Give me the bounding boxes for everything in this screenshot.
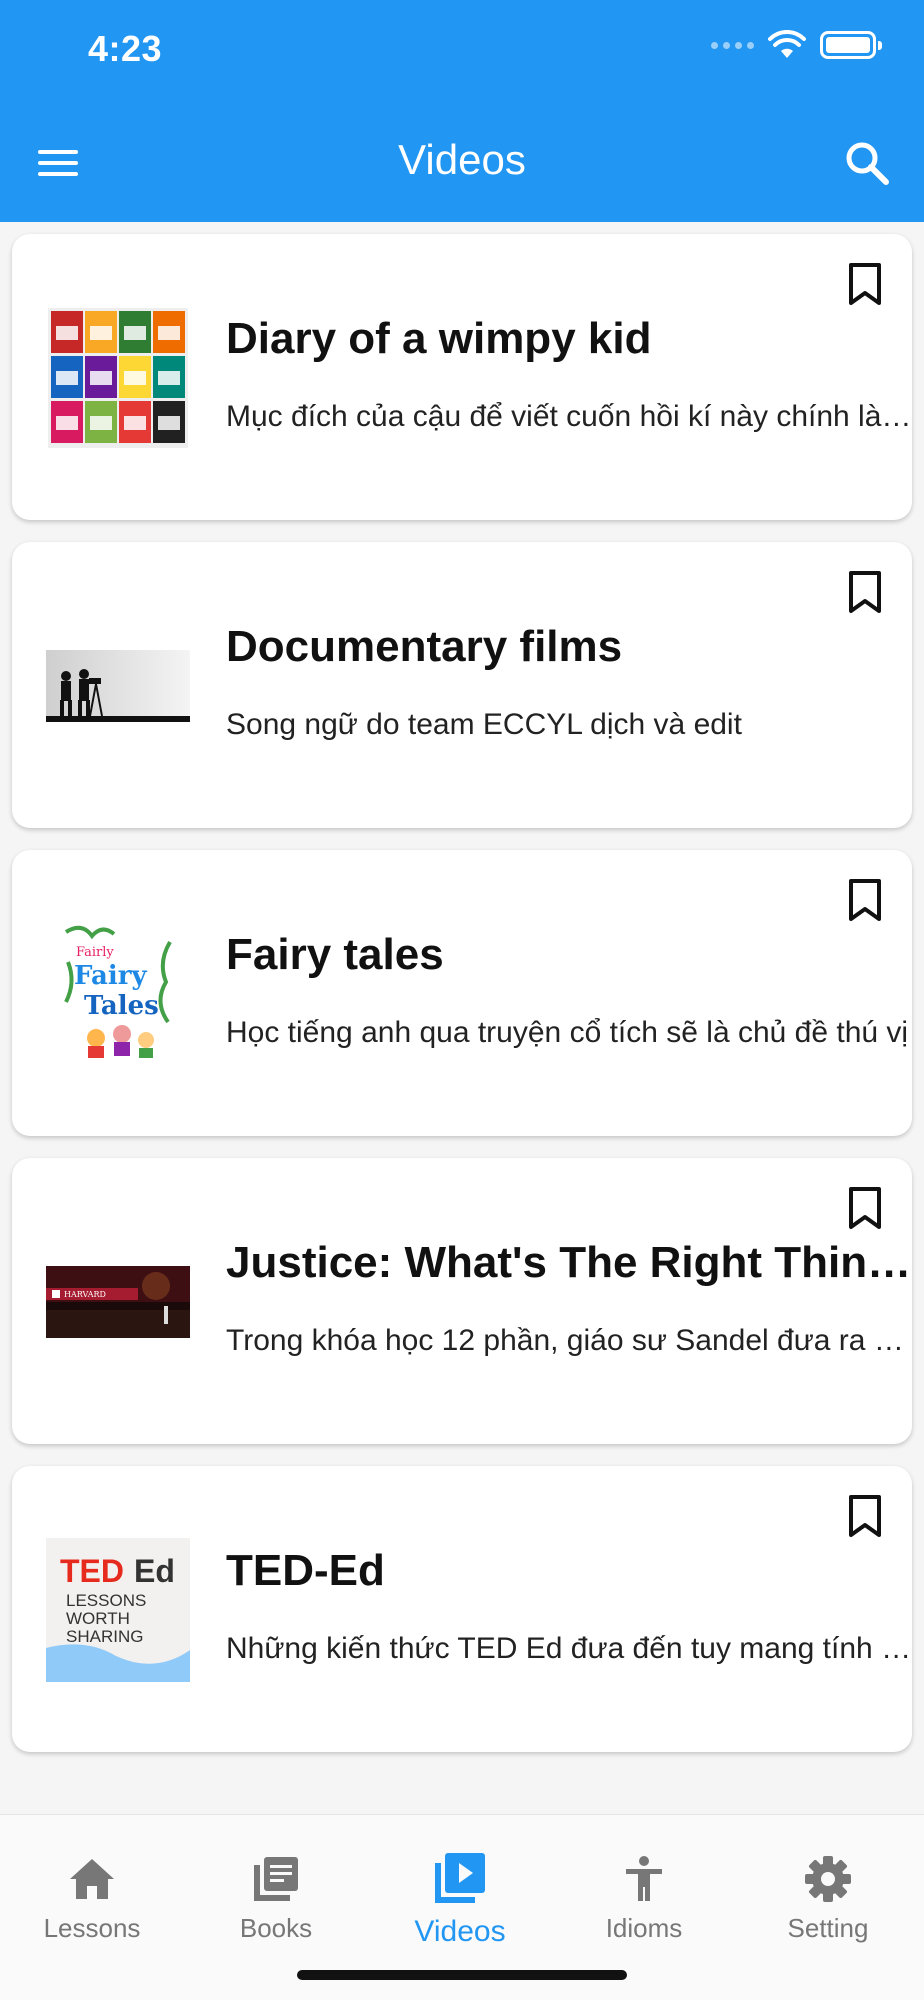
video-card-ted-ed[interactable]: TED Ed LESSONS WORTH SHARING TED-Ed Nhữn…: [12, 1466, 916, 1752]
thumbnail-ted-ed: TED Ed LESSONS WORTH SHARING: [46, 1538, 190, 1682]
status-icons: [711, 30, 882, 60]
video-description: Trong khóa học 12 phần, giáo sư Sandel đ…: [226, 1324, 916, 1357]
page-title: Videos: [398, 136, 526, 183]
video-title: Documentary films: [226, 622, 623, 671]
home-icon: [70, 1859, 114, 1899]
thumbnail-documentary: [46, 614, 190, 758]
app-bar: 4:23 Videos: [0, 0, 924, 222]
video-description: Mục đích của cậu để viết cuốn hồi kí này…: [226, 400, 916, 433]
thumbnail-justice: HARVARD: [46, 1230, 190, 1374]
video-card-fairy-tales[interactable]: Fairly Fairy Tales Fairy tales Học tiếng…: [12, 850, 912, 1136]
nav-item-videos[interactable]: Videos: [368, 1835, 552, 1949]
video-card-justice[interactable]: HARVARD Justice: What's The Right Thing …: [12, 1158, 916, 1444]
person-icon: [626, 1856, 662, 1901]
wifi-icon: [768, 30, 806, 58]
home-indicator: [297, 1970, 627, 1980]
signal-icon: [711, 41, 754, 49]
nav-item-books[interactable]: Books: [184, 1835, 368, 1944]
thumbnail-diary: [46, 306, 190, 450]
svg-text:LESSONS: LESSONS: [66, 1591, 146, 1610]
nav-label: Idioms: [605, 1913, 683, 1943]
video-list: Diary of a wimpy kid Mục đích của cậu để…: [12, 234, 916, 1774]
battery-icon: [820, 31, 882, 59]
video-title: Justice: What's The Right Thing To Do?: [226, 1238, 916, 1287]
gear-icon: [805, 1856, 851, 1902]
bookmark-icon[interactable]: [844, 878, 886, 922]
status-time: 4:23: [88, 28, 163, 69]
nav-label: Books: [239, 1913, 313, 1943]
bookmark-icon[interactable]: [844, 262, 886, 306]
nav-item-lessons[interactable]: Lessons: [0, 1835, 184, 1944]
nav-label: Setting: [787, 1913, 869, 1943]
video-description: Những kiến thức TED Ed đưa đến tuy mang …: [226, 1632, 916, 1665]
video-card-diary[interactable]: Diary of a wimpy kid Mục đích của cậu để…: [12, 234, 916, 520]
svg-text:SHARING: SHARING: [66, 1627, 143, 1646]
video-title: Fairy tales: [226, 930, 444, 979]
svg-text:Fairly: Fairly: [76, 945, 114, 960]
svg-text:WORTH: WORTH: [66, 1609, 130, 1628]
books-icon: [254, 1857, 298, 1901]
search-icon[interactable]: [840, 136, 894, 190]
nav-item-idioms[interactable]: Idioms: [552, 1835, 736, 1944]
video-title: TED-Ed: [226, 1546, 385, 1595]
nav-label: Lessons: [43, 1913, 141, 1943]
nav-item-setting[interactable]: Setting: [736, 1835, 920, 1944]
video-description: Học tiếng anh qua truyện cổ tích sẽ là c…: [226, 1016, 909, 1049]
video-library-icon: [435, 1853, 485, 1903]
svg-text:Fairy: Fairy: [74, 961, 147, 991]
bookmark-icon[interactable]: [844, 1186, 886, 1230]
svg-text:TED: TED: [60, 1553, 124, 1589]
video-title: Diary of a wimpy kid: [226, 314, 652, 363]
svg-text:Ed: Ed: [134, 1553, 175, 1589]
svg-text:HARVARD: HARVARD: [64, 1290, 106, 1299]
svg-text:Tales: Tales: [84, 991, 159, 1021]
bookmark-icon[interactable]: [844, 570, 886, 614]
thumbnail-fairy-tales: Fairly Fairy Tales: [46, 922, 190, 1066]
bookmark-icon[interactable]: [844, 1494, 886, 1538]
video-description: Song ngữ do team ECCYL dịch và edit: [226, 708, 742, 741]
video-card-documentary[interactable]: Documentary films Song ngữ do team ECCYL…: [12, 542, 912, 828]
nav-label: Videos: [414, 1915, 506, 1948]
